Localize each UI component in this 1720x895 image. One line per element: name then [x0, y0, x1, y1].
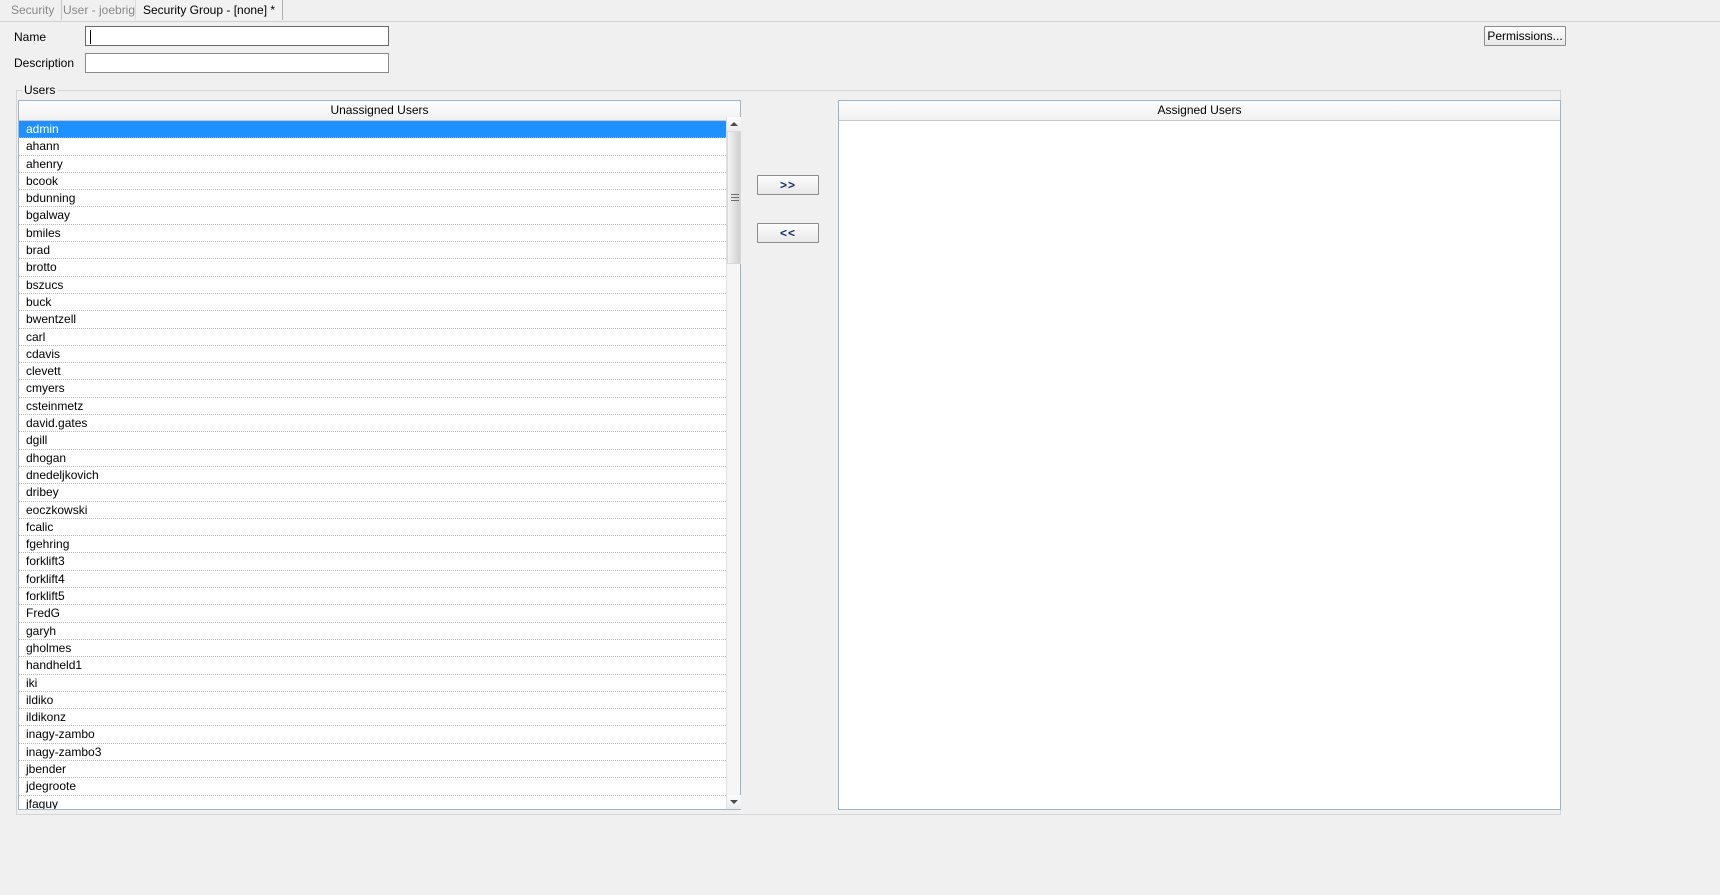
transfer-button-group: >> << — [757, 170, 819, 260]
list-item[interactable]: brotto — [19, 259, 740, 277]
list-item[interactable]: gholmes — [19, 640, 740, 658]
list-item[interactable]: bcook — [19, 173, 740, 191]
list-item[interactable]: carl — [19, 329, 740, 346]
list-item[interactable]: dhogan — [19, 450, 740, 467]
list-item[interactable]: dnedeljkovich — [19, 467, 740, 485]
list-item[interactable]: ahenry — [19, 156, 740, 173]
list-item[interactable]: ahann — [19, 138, 740, 156]
scrollbar-thumb[interactable] — [727, 131, 741, 264]
list-item[interactable]: inagy-zambo3 — [19, 744, 740, 761]
grip-lines-icon — [731, 194, 739, 201]
list-item[interactable]: csteinmetz — [19, 398, 740, 416]
list-item[interactable]: forklift5 — [19, 588, 740, 606]
name-label: Name — [14, 30, 47, 44]
list-item[interactable]: eoczkowski — [19, 502, 740, 519]
list-item[interactable]: brad — [19, 242, 740, 260]
list-item[interactable]: cdavis — [19, 346, 740, 364]
triangle-down-icon — [730, 800, 738, 804]
description-label: Description — [14, 56, 75, 70]
assign-users-button[interactable]: >> — [757, 175, 819, 195]
scroll-down-button[interactable] — [727, 795, 741, 809]
list-item[interactable]: bszucs — [19, 277, 740, 294]
list-item[interactable]: jbender — [19, 761, 740, 779]
list-item[interactable]: buck — [19, 294, 740, 312]
list-item[interactable]: bwentzell — [19, 311, 740, 329]
list-item[interactable]: cmyers — [19, 380, 740, 398]
list-item[interactable]: dgill — [19, 432, 740, 450]
assigned-users-panel: Assigned Users — [838, 100, 1561, 810]
list-item[interactable]: forklift3 — [19, 553, 740, 571]
unassigned-users-header: Unassigned Users — [19, 101, 740, 121]
list-item[interactable]: ildiko — [19, 692, 740, 710]
unassign-users-button[interactable]: << — [757, 223, 819, 243]
list-item[interactable]: garyh — [19, 623, 740, 640]
list-item[interactable]: admin — [19, 121, 740, 139]
tab-security-group[interactable]: Security Group - [none] * — [135, 0, 284, 20]
list-item[interactable]: bgalway — [19, 207, 740, 225]
list-item[interactable]: fgehring — [19, 536, 740, 554]
name-input[interactable] — [85, 26, 389, 46]
list-item[interactable]: clevett — [19, 363, 740, 381]
list-item[interactable]: fcalic — [19, 519, 740, 537]
list-item[interactable]: forklift4 — [19, 571, 740, 589]
assigned-users-list[interactable] — [839, 121, 1560, 809]
list-item[interactable]: handheld1 — [19, 657, 740, 675]
list-item[interactable]: ildikonz — [19, 709, 740, 727]
permissions-button[interactable]: Permissions... — [1484, 26, 1566, 46]
tab-strip: Security User - joebright Security Group… — [0, 0, 1720, 22]
unassigned-users-panel: Unassigned Users admin ahann ahenry bcook bd… — [18, 100, 741, 810]
tab-security[interactable]: Security — [4, 0, 63, 20]
unassigned-users-list[interactable]: admin ahann ahenry bcook bdunning bgalway bmil… — [19, 121, 740, 809]
description-input[interactable] — [85, 53, 389, 73]
unassigned-list-scrollbar[interactable] — [726, 117, 741, 809]
list-item[interactable]: inagy-zambo — [19, 726, 740, 744]
list-item[interactable]: FredG — [19, 605, 740, 623]
list-item[interactable]: jfaguy — [19, 796, 740, 809]
list-item[interactable]: iki — [19, 675, 740, 692]
text-caret — [90, 30, 91, 44]
list-item[interactable]: david.gates — [19, 415, 740, 433]
scroll-up-button[interactable] — [727, 117, 741, 131]
list-item[interactable]: bmiles — [19, 225, 740, 243]
list-item[interactable]: jdegroote — [19, 778, 740, 796]
users-group-legend: Users — [22, 83, 58, 97]
assigned-users-header: Assigned Users — [839, 101, 1560, 121]
triangle-up-icon — [730, 122, 738, 126]
list-item[interactable]: bdunning — [19, 190, 740, 208]
list-item[interactable]: dribey — [19, 484, 740, 502]
